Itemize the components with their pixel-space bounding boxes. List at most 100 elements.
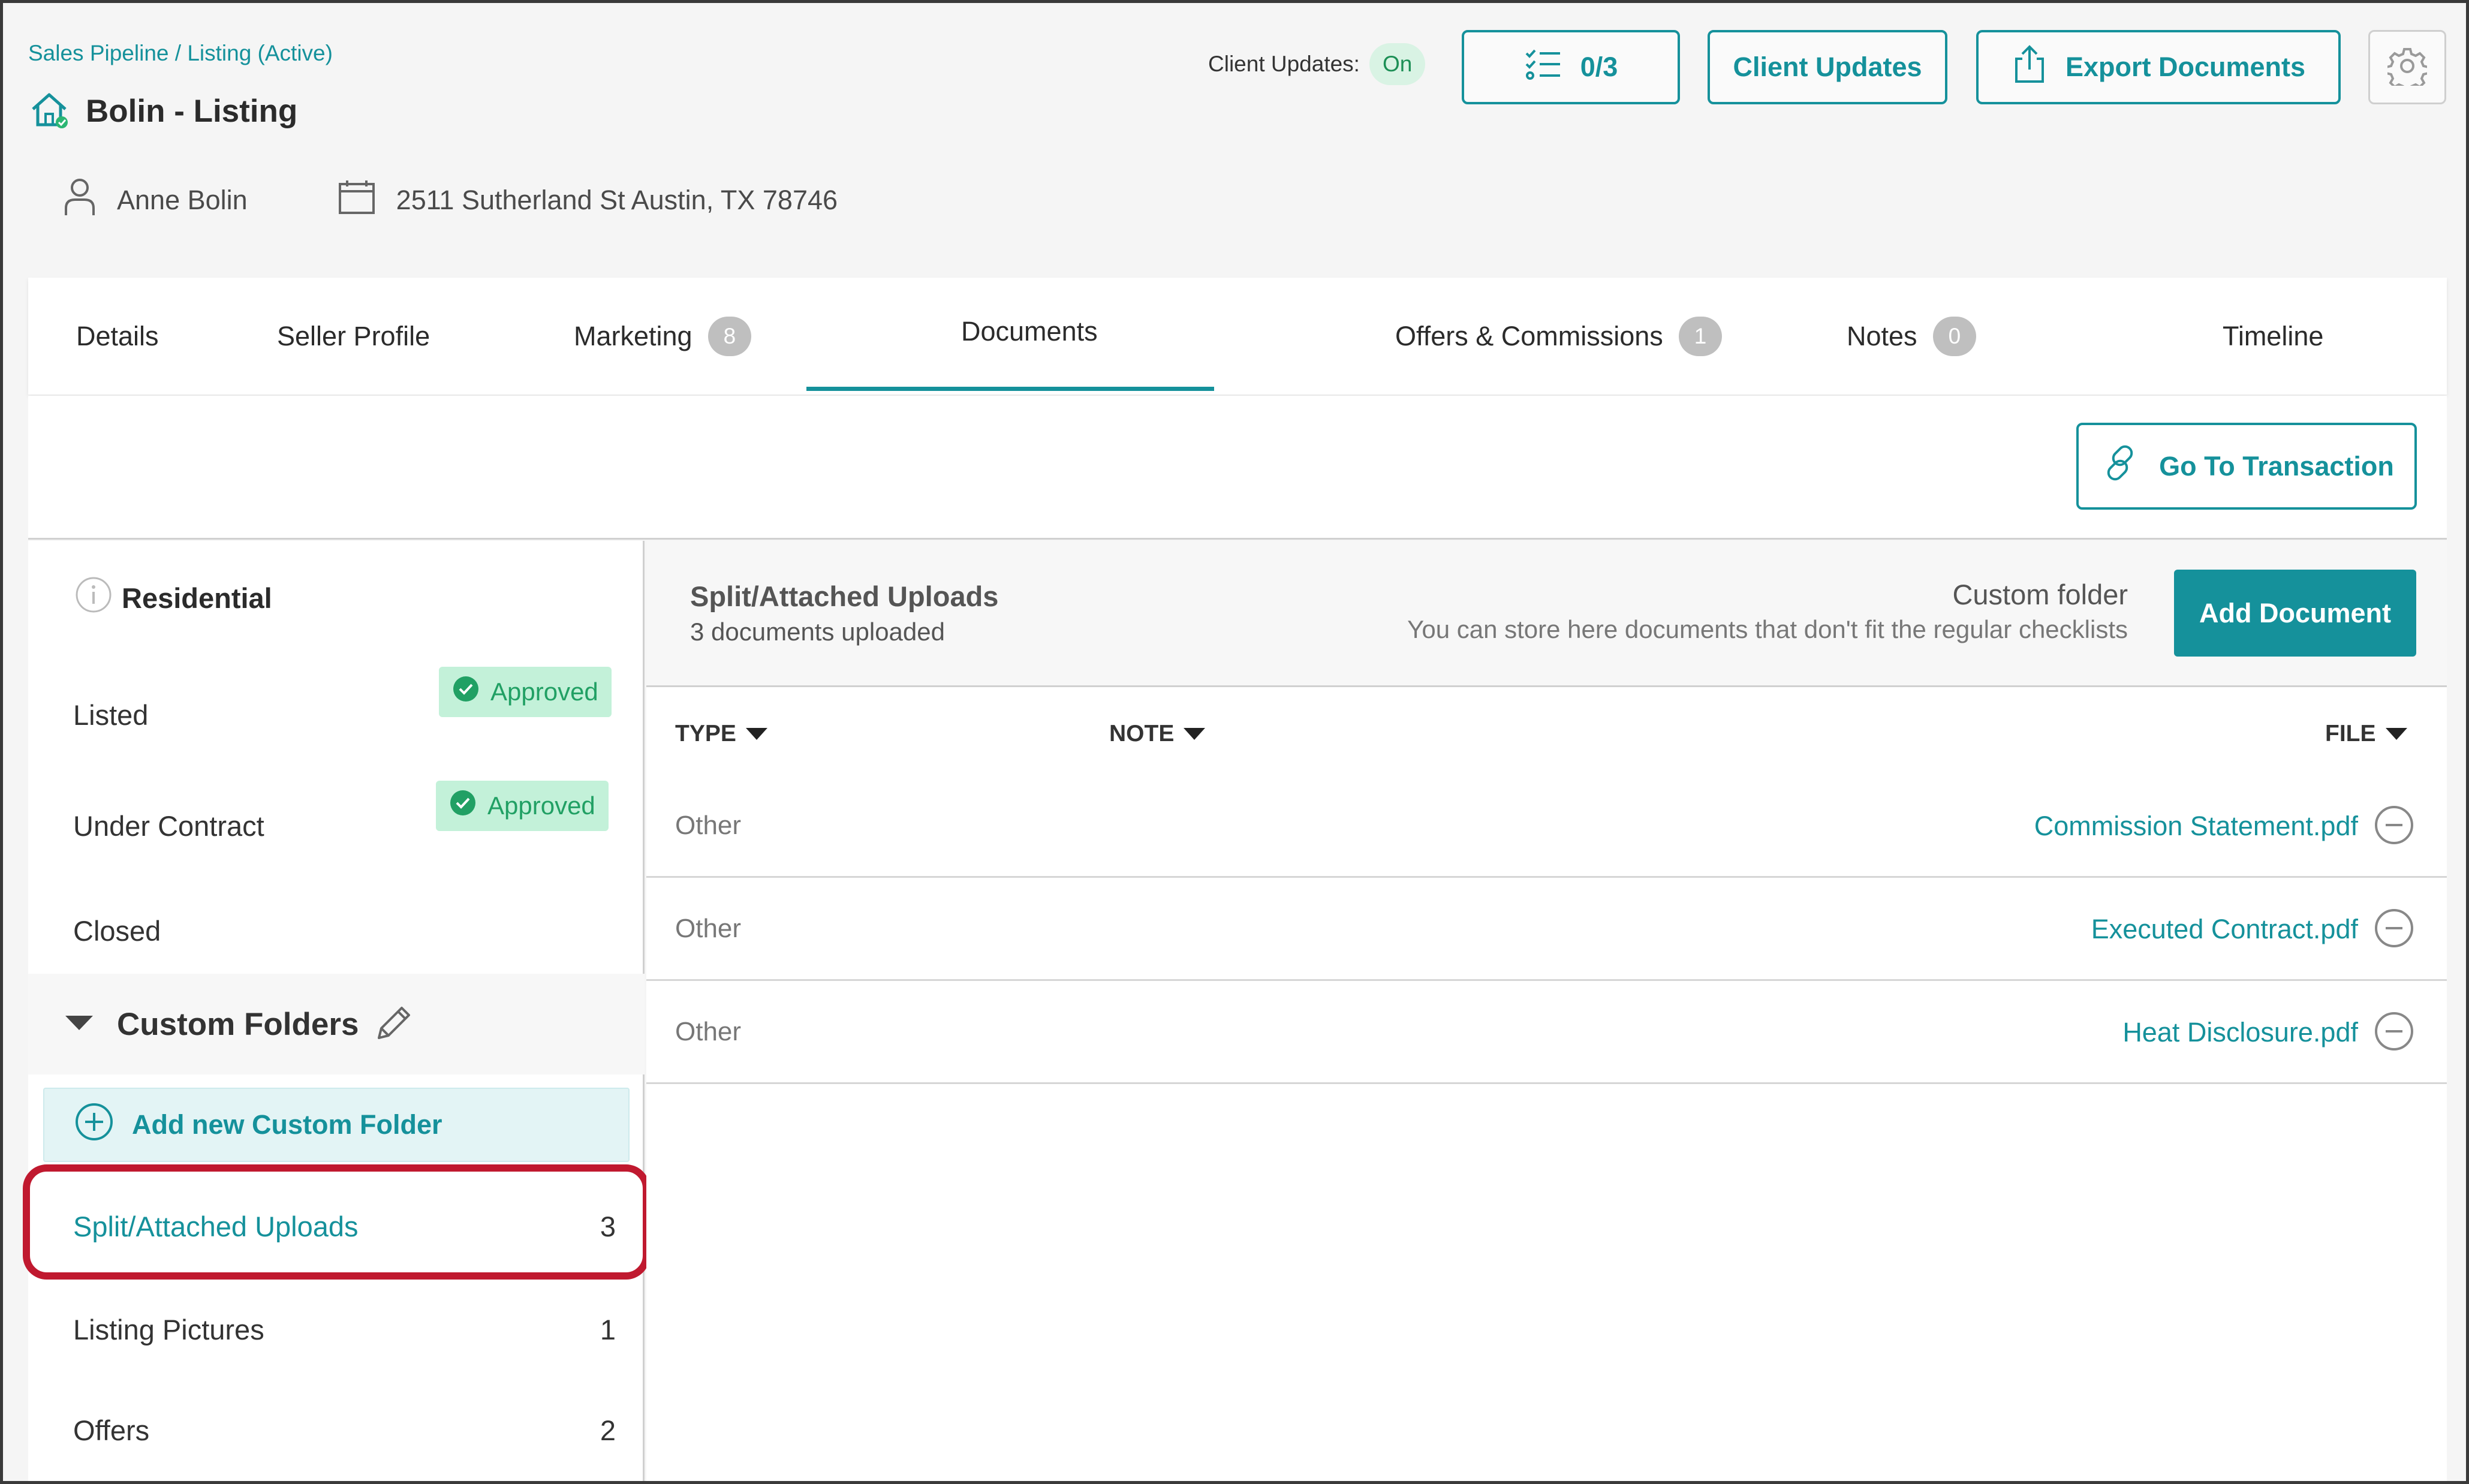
status-badge: Approved [439,667,612,717]
folder-count: 1 [600,1313,616,1345]
client-updates-label: Client Updates: [1208,52,1360,76]
folder-document-count: 3 documents uploaded [690,618,945,646]
tab-bar: Details Seller Profile Marketing 8 Docume… [28,278,2447,395]
link-icon [2099,442,2141,490]
calendar-icon [338,178,376,222]
tab-label: Notes [1847,320,1917,351]
export-documents-button[interactable]: Export Documents [1976,30,2341,104]
highlight-annotation [23,1164,650,1280]
tab-documents[interactable]: Documents [961,273,1098,390]
tab-label: Seller Profile [277,320,430,351]
active-tab-indicator [806,387,1214,391]
address-info: 2511 Sutherland St Austin, TX 78746 [338,178,838,222]
check-circle-icon [452,675,480,709]
document-file-link[interactable]: Heat Disclosure.pdf [2122,1017,2358,1048]
folder-count: 2 [600,1414,616,1446]
breadcrumb-sales-pipeline[interactable]: Sales Pipeline [28,41,168,65]
folder-offers[interactable]: Offers 2 [28,1391,645,1469]
go-to-transaction-label: Go To Transaction [2159,450,2394,481]
checklist-title-row: Residential [28,571,645,625]
export-documents-label: Export Documents [2065,52,2306,82]
upload-icon [2012,44,2048,91]
client-updates-status: Client Updates: On [1208,43,1426,85]
add-custom-folder-button[interactable]: Add new Custom Folder [43,1088,630,1162]
folder-title: Split/Attached Uploads [690,580,999,612]
status-badge-label: Approved [490,678,598,706]
caret-down-icon[interactable] [64,1015,94,1034]
tab-label: Documents [961,315,1098,347]
tab-timeline[interactable]: Timeline [2223,278,2323,395]
add-custom-folder-label: Add new Custom Folder [132,1109,442,1140]
column-header-type[interactable]: TYPE [675,721,769,747]
client-updates-button-label: Client Updates [1733,52,1922,82]
tab-details[interactable]: Details [76,278,159,395]
settings-button[interactable] [2368,30,2446,104]
tab-count-badge: 1 [1678,316,1723,356]
tab-marketing[interactable]: Marketing 8 [574,278,752,395]
gear-icon [2385,46,2429,92]
sort-down-icon [1182,721,1206,747]
property-address: 2511 Sutherland St Austin, TX 78746 [396,184,838,215]
checklist-icon [1524,47,1562,88]
client-updates-button[interactable]: Client Updates [1708,30,1947,104]
tab-count-badge: 0 [1932,316,1977,356]
tab-label: Details [76,320,159,351]
client-name: Anne Bolin [117,184,248,215]
stage-label: Under Contract [73,809,264,842]
client-updates-toggle[interactable]: On [1369,43,1426,85]
column-header-label: TYPE [675,721,736,746]
status-badge: Approved [436,781,609,831]
add-document-button[interactable]: Add Document [2174,570,2416,657]
tab-notes[interactable]: Notes 0 [1847,278,1977,395]
person-icon [63,177,97,223]
column-header-label: NOTE [1109,721,1175,746]
breadcrumb: Sales Pipeline / Listing (Active) [28,41,333,66]
remove-circle-icon[interactable] [2374,805,2414,848]
document-file-link[interactable]: Executed Contract.pdf [2091,914,2358,945]
remove-circle-icon[interactable] [2374,908,2414,952]
checklist-progress-label: 0/3 [1580,52,1618,82]
document-row: Other Commission Statement.pdf [646,775,2447,878]
go-to-transaction-button[interactable]: Go To Transaction [2076,423,2417,510]
custom-folders-header[interactable]: Custom Folders [28,974,645,1074]
column-header-note[interactable]: NOTE [1109,721,1206,747]
plus-circle-icon [74,1102,114,1148]
tab-label: Offers & Commissions [1395,320,1663,351]
page-title-row: Bolin - Listing [28,89,297,134]
check-circle-icon [449,789,477,823]
folder-name: Listing Pictures [73,1313,264,1345]
document-type: Other [675,811,742,840]
tab-offers-commissions[interactable]: Offers & Commissions 1 [1395,278,1723,395]
document-row: Other Executed Contract.pdf [646,878,2447,981]
page-title: Bolin - Listing [86,94,298,129]
folder-kind: Custom folder [1952,579,2128,610]
house-icon [28,89,70,134]
document-type: Other [675,1017,742,1046]
tab-label: Timeline [2223,320,2324,351]
client-info: Anne Bolin [63,177,248,223]
folder-header: Split/Attached Uploads 3 documents uploa… [646,541,2447,687]
document-row: Other Heat Disclosure.pdf [646,981,2447,1084]
info-icon[interactable] [75,576,112,620]
stage-closed[interactable]: Closed [28,892,645,970]
listing-meta: Anne Bolin 2511 Sutherland St Austin, TX… [63,177,928,223]
remove-circle-icon[interactable] [2374,1011,2414,1055]
breadcrumb-separator: / [168,41,188,65]
custom-folders-title: Custom Folders [117,1006,359,1042]
document-file-link[interactable]: Commission Statement.pdf [2034,811,2358,842]
pencil-icon[interactable] [374,1003,414,1046]
checklist-progress-button[interactable]: 0/3 [1462,30,1680,104]
column-header-file[interactable]: FILE [2325,721,2408,747]
document-type: Other [675,914,742,943]
checklist-title: Residential [122,582,272,614]
sort-down-icon [2384,721,2408,747]
stage-label: Listed [73,699,149,731]
status-badge-label: Approved [487,791,595,820]
breadcrumb-listing-active[interactable]: Listing (Active) [187,41,333,65]
tab-count-badge: 8 [707,316,752,356]
tab-seller-profile[interactable]: Seller Profile [277,278,430,395]
folder-name: Offers [73,1414,150,1446]
stage-label: Closed [73,914,161,947]
tab-label: Marketing [574,320,692,351]
folder-listing-pictures[interactable]: Listing Pictures 1 [28,1290,645,1368]
